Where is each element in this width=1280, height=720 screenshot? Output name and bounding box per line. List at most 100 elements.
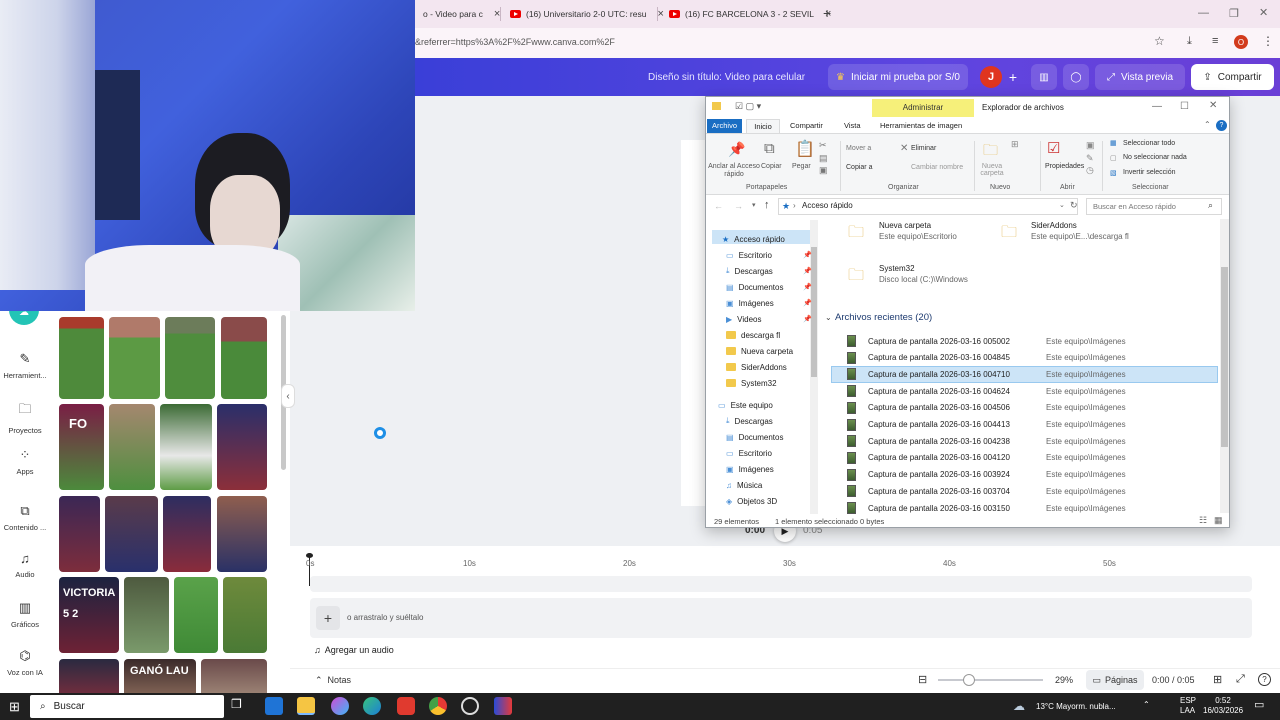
ribbon-collapse-icon[interactable]: ⌃ [1204, 120, 1211, 129]
browser-tab-canva[interactable]: o - Video para c × [415, 0, 508, 28]
sidebar-item-herramientas[interactable]: ✎ Herramient... [0, 351, 50, 380]
obs-app-icon[interactable] [461, 697, 479, 715]
nav-item[interactable]: ⤓ Descargas [726, 413, 816, 429]
propiedades-button[interactable]: Propiedades [1045, 163, 1084, 170]
task-view-icon[interactable]: ❒ [231, 697, 249, 715]
frequent-folder-name[interactable]: SiderAddons [1031, 221, 1077, 230]
video-thumbnail[interactable] [124, 577, 169, 653]
file-row[interactable]: Captura de pantalla 2026-03-16 003924 Est… [831, 467, 1218, 483]
up-arrow-icon[interactable]: ↑ [764, 199, 770, 211]
ribbon-tab-inicio[interactable]: Inicio [746, 119, 780, 133]
nav-item[interactable]: ▣ Imágenes [726, 461, 816, 477]
file-explorer-taskbar-icon[interactable] [297, 697, 315, 715]
mover-button[interactable]: Mover a [846, 145, 871, 152]
ribbon-tab-archivo[interactable]: Archivo [707, 119, 742, 133]
download-icon[interactable]: ⤓ [1187, 35, 1192, 48]
sidebar-item-graficos[interactable]: ▥ Gráficos [0, 600, 50, 629]
capcut-app-icon[interactable] [494, 697, 512, 715]
fullscreen-icon[interactable]: ⤢ [1236, 673, 1245, 686]
sidebar-item-voz-ia[interactable]: ⌬ Voz con IA [0, 648, 50, 677]
ribbon-tab-compartir[interactable]: Compartir [790, 121, 823, 130]
frequent-folder-name[interactable]: System32 [879, 264, 915, 273]
forward-arrow-icon[interactable]: → [734, 201, 743, 211]
video-thumbnail[interactable]: VICTORIA 5 2 [59, 577, 119, 653]
sidebar-item-proyectos[interactable]: 🗀 Proyectos [0, 400, 50, 435]
video-thumbnail[interactable] [223, 577, 267, 653]
bookmark-star-icon[interactable]: ☆ [1154, 34, 1165, 48]
video-thumbnail[interactable] [59, 496, 100, 572]
browser-tab-universitario[interactable]: (16) Universitario 2-0 UTC: resu × [502, 0, 672, 28]
edge-browser-icon[interactable] [363, 697, 381, 715]
video-track[interactable] [310, 576, 1252, 592]
zoom-slider-handle[interactable] [963, 674, 975, 686]
user-avatar[interactable]: J [980, 66, 1002, 88]
start-trial-button[interactable]: ♛ Iniciar mi prueba por S/0 [828, 64, 968, 90]
back-arrow-icon[interactable]: ← [714, 201, 723, 211]
content-scrollbar-thumb[interactable] [1221, 267, 1228, 447]
sidebar-item-contenido[interactable]: ⧉ Contenido ... [0, 503, 50, 532]
reading-list-icon[interactable]: ≡ [1212, 35, 1218, 47]
video-thumbnail[interactable] [59, 317, 104, 399]
sidebar-item-audio[interactable]: ♫ Audio [0, 551, 50, 579]
design-title[interactable]: Diseño sin título: Video para celular [648, 72, 805, 83]
search-field[interactable]: Buscar en Acceso rápido [1086, 198, 1222, 215]
file-row[interactable]: Captura de pantalla 2026-03-16 004506 Est… [831, 400, 1218, 416]
file-row[interactable]: Captura de pantalla 2026-03-16 004710 Est… [831, 366, 1218, 382]
copiar-a-button[interactable]: Copiar a [846, 164, 872, 171]
nav-item[interactable]: ▶ Videos 📌 [726, 311, 816, 327]
zoom-slider-track[interactable] [938, 679, 1043, 681]
video-thumbnail[interactable]: GANÓ LAU [124, 659, 196, 693]
breadcrumb[interactable]: Acceso rápido [802, 201, 853, 210]
context-tab-administrar[interactable]: Administrar [872, 99, 974, 117]
drop-track[interactable] [310, 598, 1252, 638]
video-thumbnail[interactable] [109, 404, 155, 490]
taskbar-search[interactable]: ⌕ Buscar [30, 695, 224, 718]
collapse-panel-icon[interactable]: ‹ [281, 384, 295, 408]
nav-item[interactable]: ♫ Música [726, 477, 816, 493]
notes-button[interactable]: ⌃ Notas [315, 675, 351, 686]
file-row[interactable]: Captura de pantalla 2026-03-16 004413 Est… [831, 417, 1218, 433]
nav-item[interactable]: Nueva carpeta [726, 343, 816, 359]
browser-tab-barcelona[interactable]: (16) FC BARCELONA 3 - 2 SEVIL × [661, 0, 839, 28]
fit-screen-icon[interactable]: ⊟ [918, 673, 927, 686]
recent-files-header[interactable]: Archivos recientes (20) [835, 312, 932, 323]
nav-item[interactable]: ▭ Escritorio [726, 445, 816, 461]
pegar-button[interactable]: Pegar [792, 163, 811, 170]
help-icon[interactable]: ? [1216, 120, 1227, 131]
zoom-level[interactable]: 29% [1055, 675, 1073, 685]
clock[interactable]: 0:52 16/03/2026 [1203, 696, 1243, 717]
refresh-icon[interactable]: ↻ [1070, 200, 1078, 211]
nav-item[interactable]: ▭ Este equipo [718, 397, 808, 413]
file-row[interactable]: Captura de pantalla 2026-03-16 004120 Est… [831, 450, 1218, 466]
mail-app-icon[interactable] [265, 697, 283, 715]
file-row[interactable]: Captura de pantalla 2026-03-16 004238 Est… [831, 433, 1218, 449]
file-row[interactable]: Captura de pantalla 2026-03-16 003150 Est… [831, 500, 1218, 516]
new-item-icon[interactable]: ⊞ [1011, 139, 1019, 150]
quick-access-toolbar-icon[interactable]: ☑ ▢ ▾ [735, 101, 761, 112]
video-thumbnail[interactable] [201, 659, 267, 693]
language-indicator[interactable]: ESP LAA [1180, 696, 1196, 717]
browser-menu-icon[interactable]: ⋮ [1262, 34, 1274, 48]
windows-start-icon[interactable]: ⊞ [9, 699, 20, 715]
video-thumbnail[interactable] [221, 317, 267, 399]
copiar-button[interactable]: Copiar [761, 163, 782, 170]
tray-expand-icon[interactable]: ⌃ [1143, 700, 1150, 709]
file-row[interactable]: Captura de pantalla 2026-03-16 004845 Est… [831, 350, 1218, 366]
notifications-icon[interactable]: ▭ [1254, 698, 1264, 711]
open-icons[interactable]: ▣ ✎ ◷ [1086, 139, 1095, 177]
weather-text[interactable]: 13°C Mayorm. nubla... [1036, 702, 1116, 711]
insights-chart-icon[interactable]: ▥ [1031, 64, 1057, 90]
nav-item[interactable]: ▤ Documentos 📌 [726, 279, 816, 295]
grid-view-icon[interactable]: ⊞ [1213, 673, 1222, 686]
nav-item[interactable]: ★ Acceso rápido [722, 231, 812, 247]
nav-item[interactable]: ▣ Imágenes 📌 [726, 295, 816, 311]
video-thumbnail[interactable] [163, 496, 211, 572]
copilot-icon[interactable] [331, 697, 349, 715]
video-thumbnail[interactable] [165, 317, 215, 399]
minimize-icon[interactable]: — [1152, 101, 1162, 112]
maximize-icon[interactable]: ☐ [1180, 101, 1189, 112]
url-field[interactable]: &referrer=https%3A%2F%2Fwww.canva.com%2F [415, 37, 615, 47]
close-window-icon[interactable]: ✕ [1259, 6, 1268, 19]
video-thumbnail[interactable] [217, 404, 267, 490]
no-seleccionar-button[interactable]: No seleccionar nada [1123, 154, 1187, 161]
